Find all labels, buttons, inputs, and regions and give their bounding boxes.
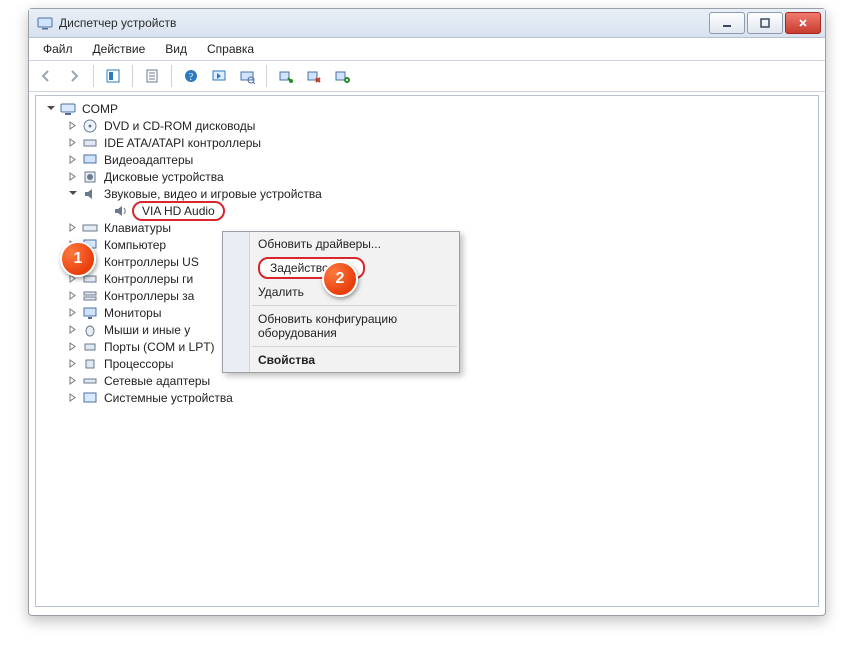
toolbar-separator: [132, 65, 133, 87]
tree-label: Системные устройства: [102, 390, 235, 406]
collapse-icon[interactable]: [66, 188, 78, 200]
window-title: Диспетчер устройств: [59, 16, 176, 30]
toolbar-separator: [93, 65, 94, 87]
expand-icon[interactable]: [66, 137, 78, 149]
tree-label: COMP: [80, 101, 120, 117]
cpu-icon: [82, 356, 98, 372]
callout-badge-2: 2: [322, 261, 358, 297]
tree-label: Компьютер: [102, 237, 168, 253]
toolbar: ?: [29, 61, 825, 92]
menu-separator: [252, 346, 457, 347]
expand-icon[interactable]: [66, 324, 78, 336]
menu-help[interactable]: Справка: [199, 40, 262, 58]
tree-label: Клавиатуры: [102, 220, 173, 236]
context-menu: Обновить драйверы... Задействовать Удали…: [222, 231, 460, 373]
tree-label: Порты (COM и LPT): [102, 339, 217, 355]
system-icon: [82, 390, 98, 406]
cm-label: Свойства: [258, 353, 315, 367]
toolbar-separator: [171, 65, 172, 87]
callout-badge-1: 1: [60, 241, 96, 277]
menu-properties[interactable]: Свойства: [250, 350, 459, 370]
device-manager-icon: [37, 15, 53, 31]
tree-item-ide[interactable]: IDE ATA/ATAPI контроллеры: [36, 134, 818, 151]
expand-icon[interactable]: [66, 307, 78, 319]
tree-label: Мониторы: [102, 305, 163, 321]
menu-update-drivers[interactable]: Обновить драйверы...: [250, 234, 459, 254]
expand-icon[interactable]: [66, 341, 78, 353]
titlebar[interactable]: Диспетчер устройств: [29, 9, 825, 38]
uninstall-button[interactable]: [301, 63, 327, 89]
tree-item-network[interactable]: Сетевые адаптеры: [36, 372, 818, 389]
tree-item-dvd[interactable]: DVD и CD-ROM дисководы: [36, 117, 818, 134]
expand-icon[interactable]: [66, 290, 78, 302]
show-hide-tree-button[interactable]: [100, 63, 126, 89]
tree-label: DVD и CD-ROM дисководы: [102, 118, 257, 134]
minimize-button[interactable]: [709, 12, 745, 34]
controller-icon: [82, 135, 98, 151]
tree-item-disk[interactable]: Дисковые устройства: [36, 168, 818, 185]
computer-icon: [60, 101, 76, 117]
collapse-icon[interactable]: [44, 103, 56, 115]
expand-icon[interactable]: [66, 358, 78, 370]
context-menu-gutter: [223, 232, 250, 372]
cm-label: Обновить драйверы...: [258, 237, 381, 251]
sound-device-icon: [112, 203, 128, 219]
display-adapter-icon: [82, 152, 98, 168]
tree-label: IDE ATA/ATAPI контроллеры: [102, 135, 263, 151]
tree-item-sound[interactable]: Звуковые, видео и игровые устройства: [36, 185, 818, 202]
maximize-button[interactable]: [747, 12, 783, 34]
expand-icon[interactable]: [66, 120, 78, 132]
scan-hardware-button[interactable]: [234, 63, 260, 89]
tree-item-video[interactable]: Видеоадаптеры: [36, 151, 818, 168]
tree-label: Контроллеры US: [102, 254, 201, 270]
close-button[interactable]: [785, 12, 821, 34]
tree-item-via-hd-audio[interactable]: VIA HD Audio: [36, 202, 818, 219]
disc-icon: [82, 118, 98, 134]
properties-button[interactable]: [139, 63, 165, 89]
menu-separator: [252, 305, 457, 306]
expand-icon[interactable]: [66, 171, 78, 183]
leaf-spacer: [96, 205, 108, 217]
tree-label: Видеоадаптеры: [102, 152, 195, 168]
tree-label: Звуковые, видео и игровые устройства: [102, 186, 324, 202]
tree-label: Мыши и иные у: [102, 322, 192, 338]
menu-action[interactable]: Действие: [85, 40, 154, 58]
update-driver-button[interactable]: [329, 63, 355, 89]
help-icon[interactable]: ?: [178, 63, 204, 89]
menu-file[interactable]: Файл: [35, 40, 81, 58]
port-icon: [82, 339, 98, 355]
keyboard-icon: [82, 220, 98, 236]
enable-button[interactable]: [273, 63, 299, 89]
tree-label: Контроллеры ги: [102, 271, 195, 287]
expand-icon[interactable]: [66, 222, 78, 234]
menu-view[interactable]: Вид: [157, 40, 195, 58]
back-button[interactable]: [33, 63, 59, 89]
tree-root[interactable]: COMP: [36, 100, 818, 117]
expand-icon[interactable]: [66, 375, 78, 387]
mouse-icon: [82, 322, 98, 338]
storage-icon: [82, 288, 98, 304]
disk-icon: [82, 169, 98, 185]
monitor-icon: [82, 305, 98, 321]
tree-label: Контроллеры за: [102, 288, 196, 304]
tree-item-system[interactable]: Системные устройства: [36, 389, 818, 406]
toolbar-separator: [266, 65, 267, 87]
tree-label: Процессоры: [102, 356, 176, 372]
tree-label: VIA HD Audio: [132, 201, 225, 221]
network-icon: [82, 373, 98, 389]
menu-scan-hardware[interactable]: Обновить конфигурацию оборудования: [250, 309, 459, 343]
expand-icon[interactable]: [66, 392, 78, 404]
tree-label: Дисковые устройства: [102, 169, 226, 185]
cm-label: Удалить: [258, 285, 304, 299]
tree-label: Сетевые адаптеры: [102, 373, 212, 389]
cm-label: Обновить конфигурацию оборудования: [258, 312, 397, 340]
menubar: Файл Действие Вид Справка: [29, 38, 825, 61]
forward-button[interactable]: [61, 63, 87, 89]
action-button[interactable]: [206, 63, 232, 89]
sound-icon: [82, 186, 98, 202]
expand-icon[interactable]: [66, 154, 78, 166]
svg-text:?: ?: [189, 72, 194, 83]
